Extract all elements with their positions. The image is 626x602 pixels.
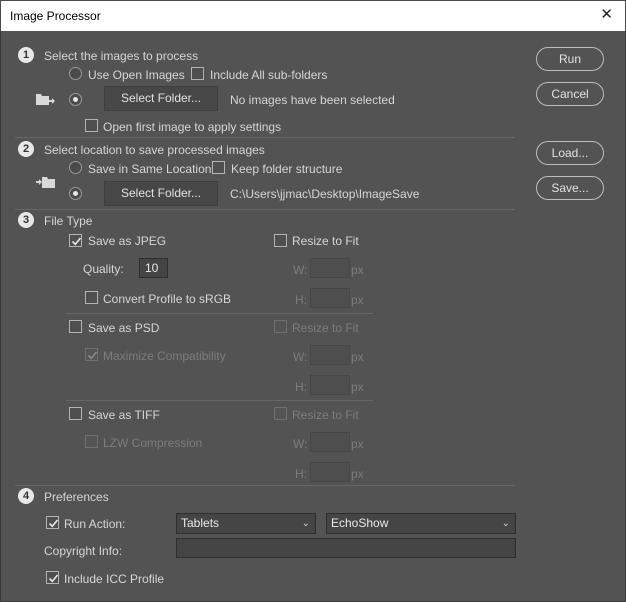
quality-input[interactable] xyxy=(139,258,168,278)
use-open-images-label[interactable]: Use Open Images xyxy=(88,68,185,82)
destination-folder-path: C:\Users\jjmac\Desktop\ImageSave xyxy=(230,187,420,201)
psd-resize-to-fit-checkbox[interactable] xyxy=(274,320,287,333)
action-name-value: EchoShow xyxy=(331,516,389,530)
psd-width-input[interactable] xyxy=(310,345,350,365)
chevron-down-icon: ⌄ xyxy=(301,518,310,529)
include-icc-checkbox[interactable] xyxy=(46,571,59,584)
psd-resize-to-fit-label[interactable]: Resize to Fit xyxy=(292,321,359,335)
save-same-location-label[interactable]: Save in Same Location xyxy=(88,162,211,176)
maximize-compatibility-checkbox[interactable] xyxy=(85,348,98,361)
quality-label: Quality: xyxy=(83,262,124,276)
select-source-folder-radio[interactable] xyxy=(69,93,82,106)
close-icon[interactable]: ✕ xyxy=(600,7,613,22)
jpeg-height-label: H: xyxy=(295,293,307,307)
chevron-down-icon: ⌄ xyxy=(501,518,510,529)
jpeg-width-label: W: xyxy=(293,263,308,277)
use-open-images-radio[interactable] xyxy=(69,67,82,80)
run-action-label[interactable]: Run Action: xyxy=(64,517,125,531)
tiff-height-input[interactable] xyxy=(310,462,350,482)
psd-height-label: H: xyxy=(295,380,307,394)
tiff-width-input[interactable] xyxy=(310,432,350,452)
include-subfolders-checkbox[interactable] xyxy=(191,67,204,80)
save-as-jpeg-checkbox[interactable] xyxy=(69,234,82,247)
jpeg-height-unit: px xyxy=(351,293,364,307)
action-set-value: Tablets xyxy=(181,516,220,530)
tiff-height-unit: px xyxy=(351,467,364,481)
tiff-resize-to-fit-checkbox[interactable] xyxy=(274,407,287,420)
dialog-body: 1 Select the images to process Use Open … xyxy=(0,31,626,602)
save-as-tiff-label[interactable]: Save as TIFF xyxy=(88,408,160,422)
section-4-title: Preferences xyxy=(44,490,109,504)
select-destination-folder-button[interactable]: Select Folder... xyxy=(104,181,218,206)
checkmark-icon xyxy=(71,237,82,246)
checkmark-icon xyxy=(48,519,59,528)
psd-width-unit: px xyxy=(351,350,364,364)
window-title: Image Processor xyxy=(10,9,101,23)
jpeg-height-input[interactable] xyxy=(310,288,350,308)
keep-folder-structure-checkbox[interactable] xyxy=(212,161,225,174)
select-source-folder-button[interactable]: Select Folder... xyxy=(104,86,218,111)
select-destination-folder-radio[interactable] xyxy=(69,187,82,200)
tiff-height-label: H: xyxy=(295,467,307,481)
jpeg-width-unit: px xyxy=(351,263,364,277)
section-3-title: File Type xyxy=(44,214,93,228)
load-button[interactable]: Load... xyxy=(536,141,604,165)
checkmark-icon xyxy=(48,574,59,583)
save-as-psd-checkbox[interactable] xyxy=(69,320,82,333)
open-first-image-label[interactable]: Open first image to apply settings xyxy=(103,120,281,134)
step-3-badge: 3 xyxy=(18,212,34,228)
psd-height-input[interactable] xyxy=(310,375,350,395)
jpeg-resize-to-fit-checkbox[interactable] xyxy=(274,234,287,247)
tiff-resize-to-fit-label[interactable]: Resize to Fit xyxy=(292,408,359,422)
divider xyxy=(66,313,373,314)
divider xyxy=(15,137,515,138)
convert-srgb-checkbox[interactable] xyxy=(85,291,98,304)
divider xyxy=(15,209,515,210)
open-first-image-checkbox[interactable] xyxy=(85,119,98,132)
source-folder-status: No images have been selected xyxy=(230,93,395,107)
keep-folder-structure-label[interactable]: Keep folder structure xyxy=(231,162,342,176)
save-as-tiff-checkbox[interactable] xyxy=(69,407,82,420)
save-as-psd-label[interactable]: Save as PSD xyxy=(88,321,159,335)
step-2-badge: 2 xyxy=(18,141,34,157)
jpeg-resize-to-fit-label[interactable]: Resize to Fit xyxy=(292,234,359,248)
divider xyxy=(66,400,373,401)
lzw-compression-label[interactable]: LZW Compression xyxy=(103,436,202,450)
include-subfolders-label[interactable]: Include All sub-folders xyxy=(210,68,327,82)
jpeg-width-input[interactable] xyxy=(310,258,350,278)
folder-export-icon xyxy=(36,177,55,188)
copyright-input[interactable] xyxy=(176,538,516,558)
tiff-width-unit: px xyxy=(351,437,364,451)
step-4-badge: 4 xyxy=(18,488,34,504)
action-set-select[interactable]: Tablets ⌄ xyxy=(176,513,316,534)
action-name-select[interactable]: EchoShow ⌄ xyxy=(326,513,516,534)
run-button[interactable]: Run xyxy=(536,47,604,71)
maximize-compatibility-label[interactable]: Maximize Compatibility xyxy=(103,349,226,363)
include-icc-label[interactable]: Include ICC Profile xyxy=(64,572,164,586)
save-same-location-radio[interactable] xyxy=(69,161,82,174)
psd-height-unit: px xyxy=(351,380,364,394)
folder-import-icon xyxy=(36,94,55,105)
divider xyxy=(15,485,515,486)
step-1-badge: 1 xyxy=(18,47,34,63)
section-1-title: Select the images to process xyxy=(44,49,199,63)
section-2-title: Select location to save processed images xyxy=(44,143,265,157)
title-bar: Image Processor ✕ xyxy=(0,0,626,31)
save-button[interactable]: Save... xyxy=(536,176,604,200)
run-action-checkbox[interactable] xyxy=(46,516,59,529)
save-as-jpeg-label[interactable]: Save as JPEG xyxy=(88,234,166,248)
tiff-width-label: W: xyxy=(293,437,308,451)
copyright-label: Copyright Info: xyxy=(44,544,123,558)
checkmark-icon xyxy=(87,351,98,360)
cancel-button[interactable]: Cancel xyxy=(536,82,604,106)
convert-srgb-label[interactable]: Convert Profile to sRGB xyxy=(103,292,231,306)
psd-width-label: W: xyxy=(293,350,308,364)
lzw-compression-checkbox[interactable] xyxy=(85,435,98,448)
